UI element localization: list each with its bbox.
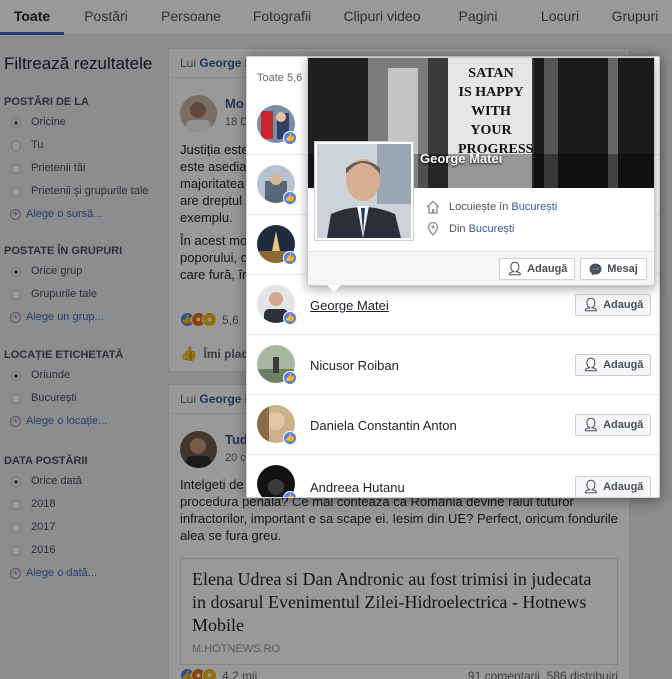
add-friend-icon: 👤︎ [582, 479, 600, 494]
like-badge-icon: 👍 [283, 191, 297, 205]
like-badge-icon: 👍 [283, 311, 297, 325]
location-pin-icon [427, 222, 439, 236]
lives-in-info: Locuiește în București [426, 200, 557, 214]
profile-picture[interactable] [314, 141, 414, 241]
from-info: Din București [426, 222, 514, 236]
person-name[interactable]: Nicusor Roiban [310, 358, 399, 373]
add-friend-icon: 👤︎ [582, 357, 600, 372]
profile-name-link[interactable]: George Matei [420, 151, 502, 166]
add-friend-button[interactable]: 👤︎ Adaugă [575, 476, 651, 497]
message-button[interactable]: Mesaj [580, 258, 647, 280]
profile-hover-card: SATAN IS HAPPY WITH YOUR PROGRESS George… [307, 57, 655, 286]
add-friend-button[interactable]: 👤︎ Adaugă [575, 354, 651, 376]
messenger-icon [589, 263, 602, 275]
like-badge-icon: 👍 [283, 251, 297, 265]
like-badge-icon: 👍 [283, 131, 297, 145]
add-friend-button[interactable]: 👤︎ Adaugă [499, 258, 575, 280]
person-name[interactable]: George Matei [310, 298, 389, 313]
list-item: 👍 Nicusor Roiban 👤︎ Adaugă [247, 335, 659, 395]
hover-card-actions: 👤︎ Adaugă Mesaj [308, 251, 654, 285]
cover-sign-text: SATAN IS HAPPY WITH YOUR PROGRESS [458, 66, 534, 157]
person-name[interactable]: Daniela Constantin Anton [310, 418, 457, 433]
like-badge-icon: 👍 [283, 371, 297, 385]
hover-card-pointer [327, 285, 341, 292]
add-friend-icon: 👤︎ [506, 261, 524, 276]
reactions-tab-all[interactable]: Toate 5,6 [257, 72, 302, 84]
add-friend-icon: 👤︎ [582, 297, 600, 312]
home-icon [426, 200, 440, 214]
list-item: 👍 Andreea Hutanu 👤︎ Adaugă [247, 455, 659, 497]
add-friend-icon: 👤︎ [582, 417, 600, 432]
like-badge-icon: 👍 [283, 491, 297, 497]
city-link[interactable]: București [469, 223, 515, 235]
like-badge-icon: 👍 [283, 431, 297, 445]
list-item: 👍 Daniela Constantin Anton 👤︎ Adaugă [247, 395, 659, 455]
add-friend-button[interactable]: 👤︎ Adaugă [575, 294, 651, 316]
city-link[interactable]: București [511, 201, 557, 213]
add-friend-button[interactable]: 👤︎ Adaugă [575, 414, 651, 436]
person-name[interactable]: Andreea Hutanu [310, 480, 405, 495]
